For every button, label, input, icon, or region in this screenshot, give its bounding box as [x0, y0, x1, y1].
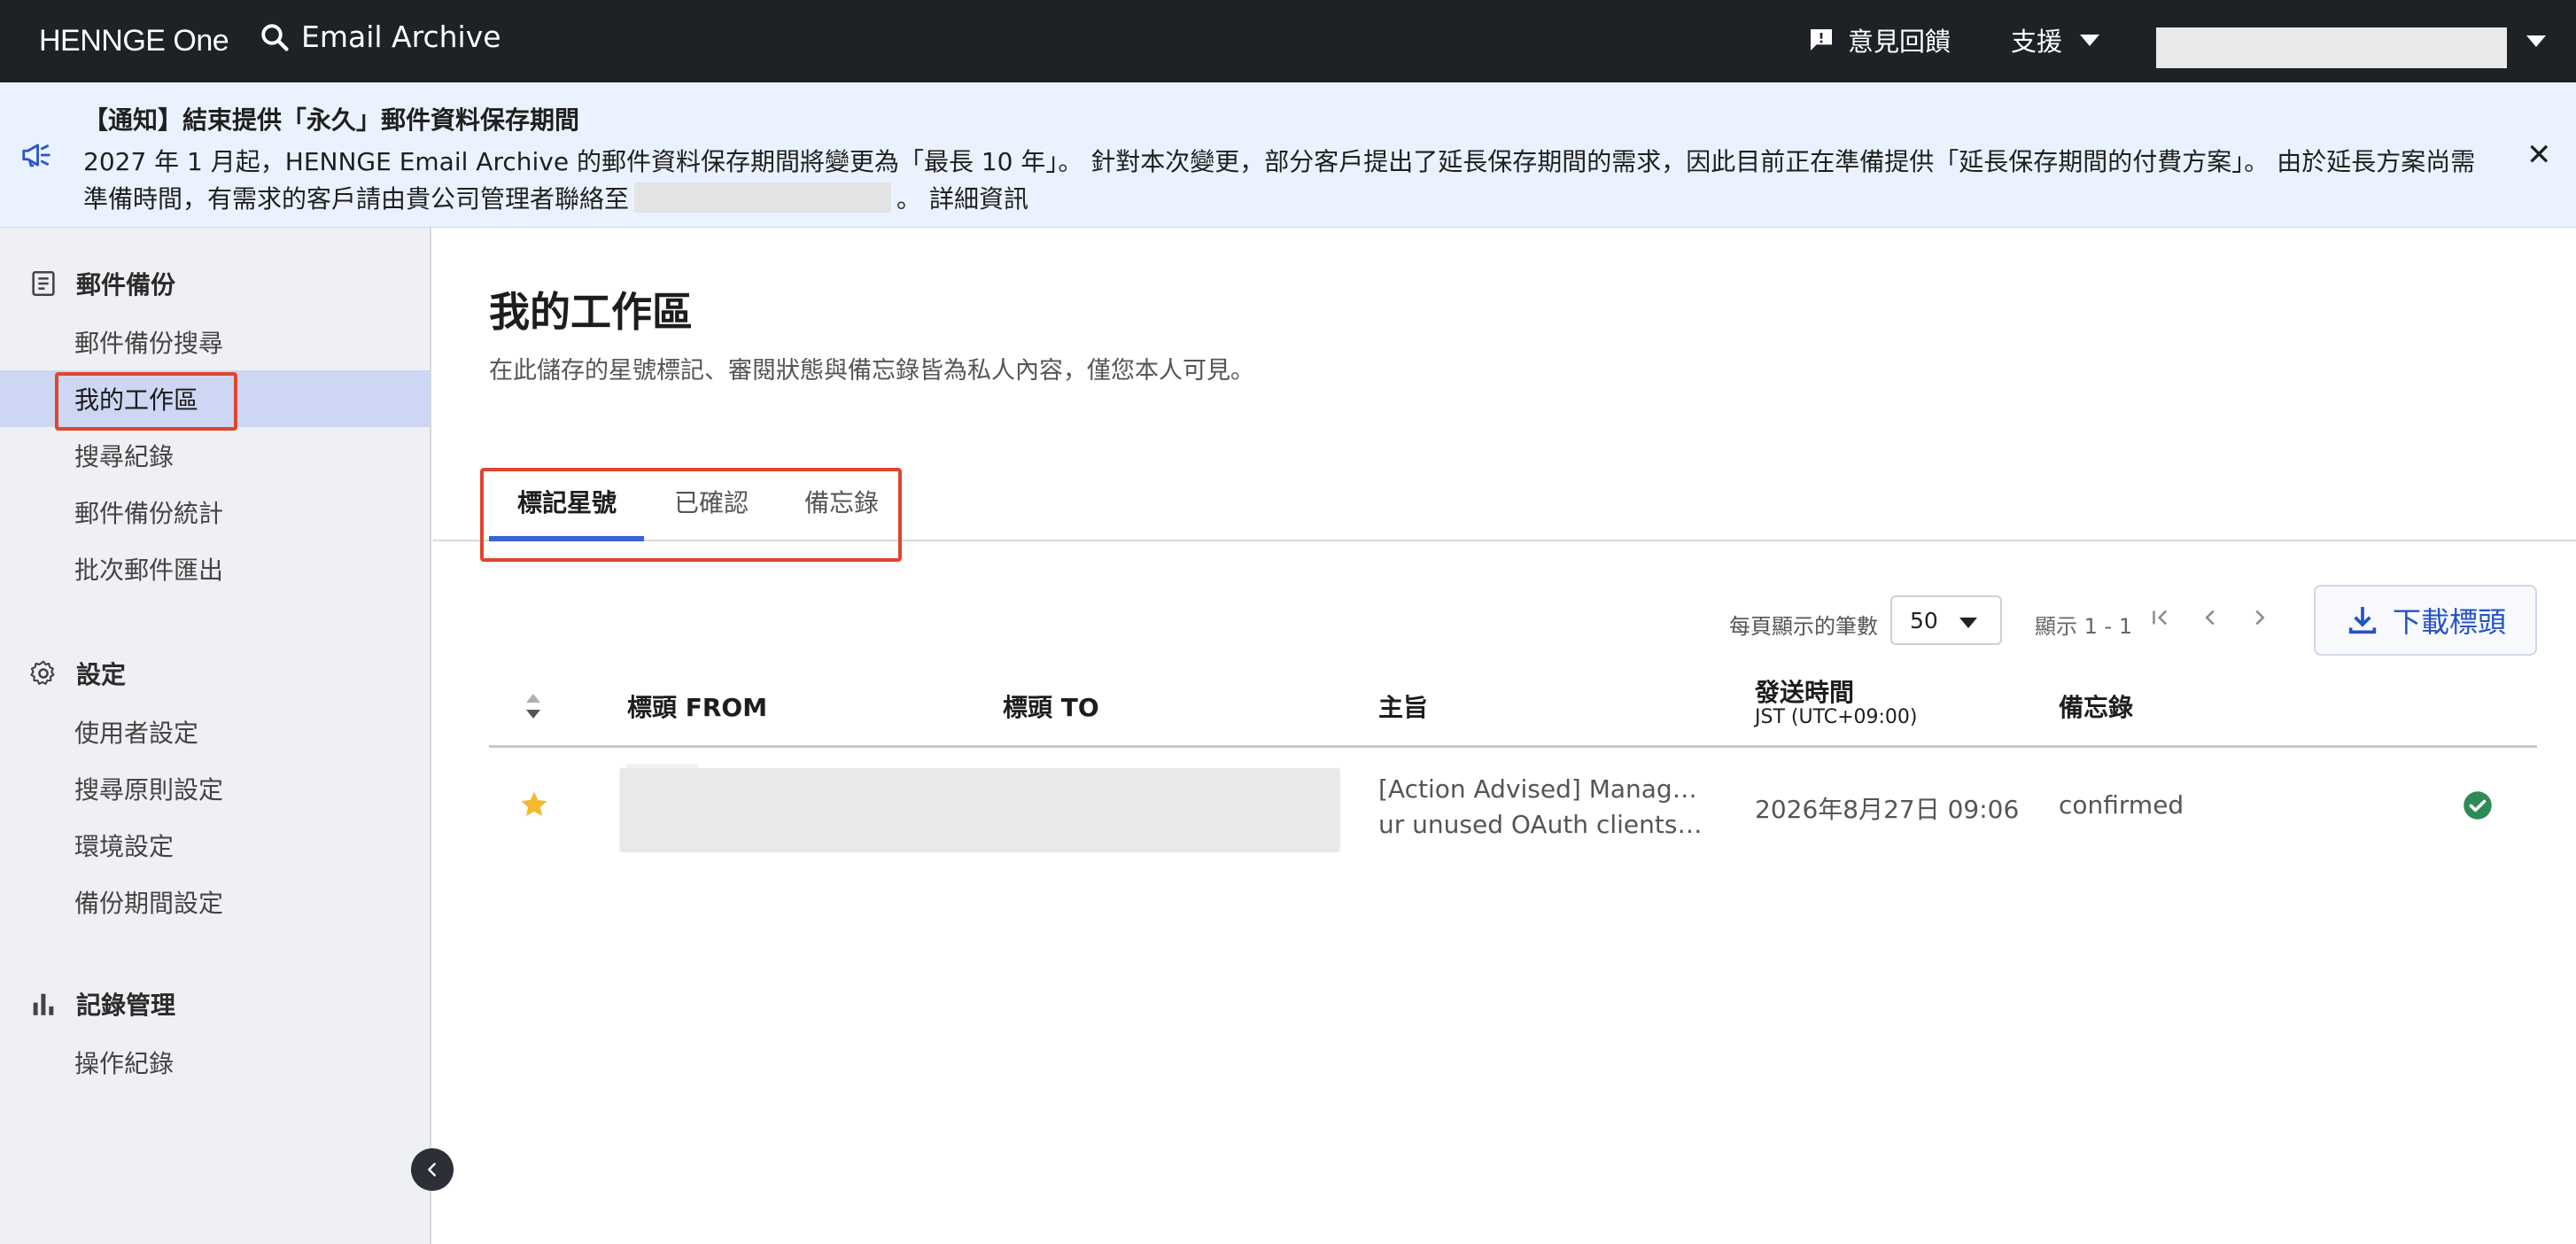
- feedback-icon: [1811, 29, 1832, 51]
- sidebar-item-bulk-export[interactable]: 批次郵件匯出: [0, 540, 430, 597]
- sidebar-item-archive-search[interactable]: 郵件備份搜尋: [0, 314, 430, 370]
- star-icon[interactable]: [518, 789, 550, 820]
- download-icon: [2348, 607, 2377, 634]
- sidebar: 郵件備份 郵件備份搜尋 我的工作區 搜尋紀錄 郵件備份統計 批次郵件匯出 設定 …: [0, 228, 431, 1244]
- sidebar-section-settings: 設定: [28, 656, 126, 691]
- column-header-sent-time[interactable]: 發送時間: [1755, 673, 1854, 709]
- sidebar-item-user-settings[interactable]: 使用者設定: [0, 704, 430, 760]
- tab-confirmed[interactable]: 已確認: [674, 484, 749, 519]
- page-title: 我的工作區: [489, 288, 693, 336]
- tab-starred[interactable]: 標記星號: [517, 484, 617, 519]
- chevron-down-icon: [2080, 34, 2100, 46]
- search-icon: [261, 23, 289, 51]
- active-tab-indicator: [489, 536, 644, 541]
- notice-text-end: 。: [896, 184, 922, 214]
- per-page-value: 50: [1910, 607, 1938, 634]
- check-circle-icon: [2463, 791, 2492, 820]
- sidebar-item-search-policy[interactable]: 搜尋原則設定: [0, 760, 430, 817]
- sidebar-item-search-history[interactable]: 搜尋紀錄: [0, 427, 430, 484]
- table-row-memo: confirmed: [2059, 790, 2184, 820]
- redacted-contact: [634, 183, 892, 213]
- subject-line-2: ur unused OAuth clients a…: [1378, 810, 1706, 839]
- support-label: 支援: [2011, 27, 2063, 57]
- table-row-subject[interactable]: [Action Advised] Manage yo ur unused OAu…: [1378, 772, 1706, 843]
- page-description: 在此儲存的星號標記、審閱狀態與備忘錄皆為私人內容，僅您本人可見。: [489, 357, 1254, 385]
- top-bar: HENNGE One Email Archive 意見回饋 支援: [0, 0, 2576, 82]
- tabs-divider: [433, 540, 2576, 541]
- notice-text: 2027 年 1 月起，HENNGE Email Archive 的郵件資料保存…: [83, 147, 2476, 214]
- per-page-select[interactable]: 50: [1890, 595, 2002, 645]
- column-header-from[interactable]: 標頭 FROM: [627, 688, 767, 724]
- sidebar-section-label: 郵件備份: [76, 270, 176, 299]
- column-header-memo[interactable]: 備忘錄: [2059, 688, 2133, 724]
- next-page-icon[interactable]: [2246, 604, 2273, 636]
- chevron-down-icon: [1959, 618, 1977, 628]
- feedback-label: 意見回饋: [1848, 27, 1951, 57]
- sidebar-section-archive: 郵件備份: [28, 266, 175, 301]
- notice-title: 【通知】結束提供「永久」郵件資料保存期間: [83, 105, 580, 135]
- pager-range: 顯示 1 - 1: [2035, 614, 2133, 639]
- sidebar-item-archive-stats[interactable]: 郵件備份統計: [0, 484, 430, 540]
- per-page-label: 每頁顯示的筆數: [1729, 614, 1878, 639]
- sort-icon[interactable]: [524, 692, 542, 720]
- megaphone-icon: [22, 144, 50, 167]
- close-icon[interactable]: ✕: [2526, 140, 2552, 170]
- table-row-sent-time: 2026年8月27日 09:06: [1755, 795, 2020, 824]
- sidebar-section-label: 記錄管理: [76, 991, 176, 1020]
- sidebar-item-environment[interactable]: 環境設定: [0, 817, 430, 874]
- column-header-to[interactable]: 標頭 TO: [1003, 688, 1099, 724]
- collapse-left-icon: [428, 1162, 436, 1177]
- henngeone-logo[interactable]: HENNGE One: [39, 24, 229, 58]
- column-header-subject[interactable]: 主旨: [1378, 688, 1428, 724]
- sidebar-item-retention-period[interactable]: 備份期間設定: [0, 874, 430, 930]
- support-menu[interactable]: 支援: [2011, 21, 2100, 58]
- column-header-timezone: JST (UTC+09:00): [1755, 706, 1918, 728]
- first-page-icon[interactable]: [2147, 604, 2174, 636]
- bar-chart-icon: [33, 993, 54, 1015]
- tab-memo[interactable]: 備忘錄: [804, 484, 879, 519]
- gear-icon: [30, 660, 55, 685]
- sidebar-section-logs: 記錄管理: [28, 986, 175, 1022]
- archive-icon: [32, 270, 55, 297]
- download-headers-button[interactable]: 下載標頭: [2314, 585, 2537, 656]
- sidebar-section-label: 設定: [76, 660, 127, 689]
- sidebar-item-operation-log[interactable]: 操作紀錄: [0, 1034, 430, 1091]
- notice-body: 2027 年 1 月起，HENNGE Email Archive 的郵件資料保存…: [83, 144, 2493, 218]
- user-account-redacted[interactable]: [2156, 27, 2507, 68]
- user-menu-chevron-down-icon[interactable]: [2526, 35, 2546, 47]
- redacted-from-to-block: [620, 768, 1339, 850]
- email-archive-app-link[interactable]: Email Archive: [259, 19, 501, 54]
- sidebar-item-my-workspace[interactable]: 我的工作區: [0, 370, 430, 427]
- table-header-divider: [489, 745, 2537, 748]
- sidebar-collapse-button[interactable]: [411, 1148, 454, 1191]
- app-title: Email Archive: [301, 19, 501, 54]
- prev-page-icon[interactable]: [2197, 604, 2223, 636]
- subject-line-1: [Action Advised] Manage yo: [1378, 774, 1706, 804]
- download-label: 下載標頭: [2392, 605, 2506, 639]
- feedback-button[interactable]: 意見回饋: [1807, 21, 1951, 58]
- notice-detail-link[interactable]: 詳細資訊: [929, 184, 1028, 214]
